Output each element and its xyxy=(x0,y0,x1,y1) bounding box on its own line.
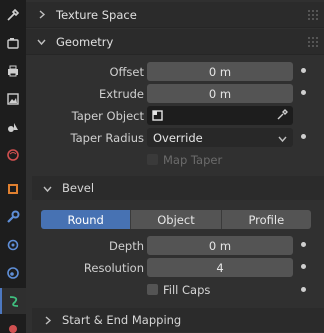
taper-object-row: Taper Object xyxy=(26,106,324,126)
fill-caps-row: Fill Caps xyxy=(26,281,324,301)
chevron-down-icon xyxy=(26,37,56,46)
panel-title: Texture Space xyxy=(56,7,137,22)
panel-start-end-mapping[interactable]: Start & End Mapping xyxy=(32,308,324,332)
drag-handle-icon[interactable] xyxy=(308,10,318,20)
image-view-layer-icon xyxy=(7,93,19,105)
depth-label: Depth xyxy=(108,239,144,253)
eyedropper-icon[interactable] xyxy=(276,109,288,124)
taper-object-label: Taper Object xyxy=(71,109,144,123)
view-layer-tab[interactable] xyxy=(0,86,26,112)
constraint-icon xyxy=(9,325,17,333)
printer-output-icon xyxy=(8,65,18,77)
fill-caps-checkbox[interactable] xyxy=(147,284,158,295)
physics-tab[interactable] xyxy=(0,260,26,286)
taper-radius-dropdown[interactable]: Override xyxy=(147,128,293,147)
scene-shapes-icon xyxy=(8,123,18,132)
particles-tab[interactable] xyxy=(0,232,26,258)
modifier-wrench-icon xyxy=(7,210,20,223)
bevel-mode-selector: Round Object Profile xyxy=(41,210,311,229)
camera-render-icon xyxy=(7,38,19,49)
render-tab[interactable] xyxy=(0,30,26,56)
physics-orbit-icon xyxy=(7,267,19,279)
keyframe-dot-icon[interactable] xyxy=(301,134,306,139)
extrude-label: Extrude xyxy=(99,87,144,101)
panel-texture-space[interactable]: Texture Space xyxy=(26,2,324,28)
object-tab[interactable] xyxy=(0,176,26,202)
keyframe-dot-icon[interactable] xyxy=(301,68,306,73)
map-taper-label: Map Taper xyxy=(163,153,223,167)
wrench-screwdriver-icon xyxy=(7,8,20,21)
offset-row: Offset 0 m xyxy=(26,62,324,82)
taper-object-field[interactable] xyxy=(147,106,293,125)
offset-field[interactable]: 0 m xyxy=(147,62,293,81)
depth-row: Depth 0 m xyxy=(26,236,324,256)
keyframe-dot-icon[interactable] xyxy=(301,242,306,247)
offset-label: Offset xyxy=(109,65,144,79)
keyframe-dot-icon[interactable] xyxy=(301,287,306,292)
modifier-tab[interactable] xyxy=(0,204,26,230)
properties-tab-bar xyxy=(0,0,26,333)
drag-handle-icon[interactable] xyxy=(308,37,318,47)
map-taper-checkbox[interactable] xyxy=(147,154,158,165)
resolution-label: Resolution xyxy=(83,261,144,275)
bevel-mode-profile[interactable]: Profile xyxy=(221,210,311,229)
material-tab[interactable] xyxy=(0,316,26,333)
curve-data-icon xyxy=(9,296,19,307)
extrude-row: Extrude 0 m xyxy=(26,84,324,104)
properties-editor: Texture Space Geometry Offset 0 m Extrud… xyxy=(26,0,324,333)
keyframe-dot-icon[interactable] xyxy=(301,264,306,269)
scene-tab[interactable] xyxy=(0,114,26,140)
object-square-icon xyxy=(8,184,18,194)
panel-title: Start & End Mapping xyxy=(62,313,182,327)
resolution-field[interactable]: 4 xyxy=(147,258,293,277)
panel-title: Geometry xyxy=(56,34,114,49)
taper-radius-value: Override xyxy=(153,130,203,145)
world-tab[interactable] xyxy=(0,142,26,168)
extrude-field[interactable]: 0 m xyxy=(147,84,293,103)
keyframe-dot-icon[interactable] xyxy=(301,90,306,95)
fill-caps-label: Fill Caps xyxy=(163,283,211,297)
tool-tab[interactable] xyxy=(0,2,26,28)
panel-title: Bevel xyxy=(62,181,95,195)
bevel-mode-object[interactable]: Object xyxy=(131,210,222,229)
panel-bevel[interactable]: Bevel xyxy=(32,176,324,200)
world-globe-icon xyxy=(7,149,19,161)
curve-data-tab[interactable] xyxy=(0,288,26,314)
chevron-down-icon xyxy=(32,184,62,193)
bevel-mode-round[interactable]: Round xyxy=(41,210,132,229)
resolution-row: Resolution 4 xyxy=(26,258,324,278)
chevron-right-icon xyxy=(32,315,62,325)
output-tab[interactable] xyxy=(0,58,26,84)
map-taper-row: Map Taper xyxy=(26,151,324,171)
panel-geometry[interactable]: Geometry xyxy=(26,29,324,55)
taper-radius-row: Taper Radius Override xyxy=(26,128,324,148)
depth-field[interactable]: 0 m xyxy=(147,236,293,255)
chevron-right-icon xyxy=(26,10,56,19)
particles-icon xyxy=(7,239,19,251)
taper-radius-label: Taper Radius xyxy=(70,131,145,145)
curve-object-icon xyxy=(152,110,163,124)
chevron-down-icon xyxy=(278,132,287,146)
